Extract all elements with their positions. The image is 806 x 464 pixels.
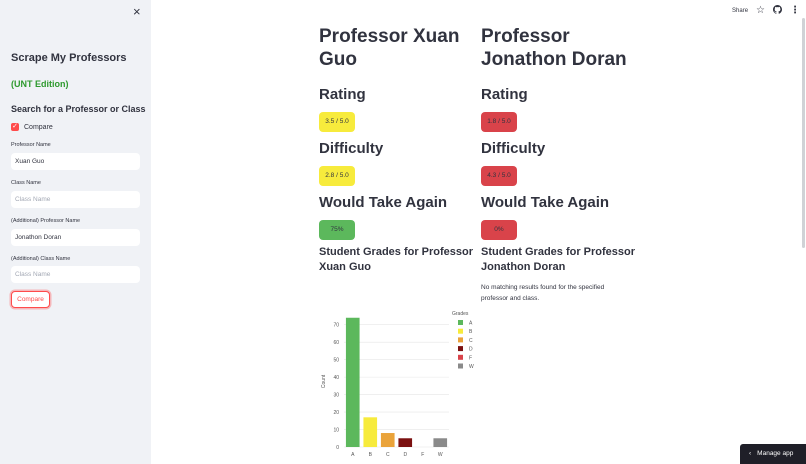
compare-checkbox-row[interactable]: ✓ Compare bbox=[11, 123, 53, 131]
grades-bar-chart: 010203040506070A B C D F WCountGradesABCDFW bbox=[321, 311, 474, 458]
y-tick-label: 70 bbox=[333, 323, 339, 329]
professor-1-grades-heading-line2: Xuan Guo bbox=[319, 261, 371, 273]
professor-1-title: Professor Xuan Guo bbox=[319, 25, 459, 71]
y-tick-label: 60 bbox=[333, 340, 339, 346]
y-tick-label: 20 bbox=[333, 410, 339, 416]
legend-label-W: W bbox=[469, 364, 474, 370]
legend-label-F: F bbox=[469, 355, 472, 361]
professor-2-take-again-badge: 0% bbox=[481, 220, 517, 240]
legend-title: Grades bbox=[452, 311, 469, 317]
sidebar: × Scrape My Professors (UNT Edition) Sea… bbox=[0, 0, 151, 464]
y-tick-label: 0 bbox=[336, 445, 339, 451]
professor-2-difficulty-badge: 4.3 / 5.0 bbox=[481, 166, 517, 186]
professor-2-title-line1: Professor bbox=[481, 26, 570, 47]
professor-2-difficulty-heading: Difficulty bbox=[481, 140, 546, 157]
professor-name-label: Professor Name bbox=[11, 142, 51, 148]
professor-2-take-again-heading: Would Take Again bbox=[481, 194, 610, 211]
legend-swatch-D bbox=[458, 346, 463, 352]
x-tick-label: F bbox=[421, 452, 424, 458]
x-tick-label: W bbox=[438, 452, 443, 458]
legend-swatch-W bbox=[458, 363, 463, 369]
professor-1-title-line1: Professor Xuan bbox=[319, 26, 460, 47]
compare-button[interactable]: Compare bbox=[11, 291, 50, 308]
bar-W bbox=[433, 438, 448, 447]
legend-swatch-A bbox=[458, 320, 463, 325]
professor-1-grades-heading: Student Grades for Professor Xuan Guo bbox=[319, 245, 473, 275]
additional-class-name-input[interactable] bbox=[11, 266, 140, 283]
professor-2-rating-heading: Rating bbox=[481, 86, 528, 103]
professor-2-grades-heading-line1: Student Grades for Professor bbox=[481, 246, 636, 258]
professor-1-take-again-badge: 75% bbox=[319, 220, 355, 240]
app-title: Scrape My Professors bbox=[11, 52, 127, 64]
professor-1-rating-badge: 3.5 / 5.0 bbox=[319, 112, 355, 132]
professor-2-grades-heading-line2: Jonathon Doran bbox=[481, 261, 566, 273]
additional-class-name-label: (Additional) Class Name bbox=[11, 256, 71, 262]
manage-app-button[interactable]: ‹ Manage app bbox=[740, 444, 806, 464]
y-tick-label: 10 bbox=[333, 428, 339, 434]
professor-1-grades-heading-line1: Student Grades for Professor bbox=[319, 246, 474, 258]
legend-swatch-B bbox=[458, 328, 463, 334]
professor-2-rating-badge: 1.8 / 5.0 bbox=[481, 112, 517, 132]
x-tick-label: D bbox=[403, 452, 407, 458]
y-axis-label: Count bbox=[321, 374, 327, 388]
checkbox-checked-icon[interactable]: ✓ bbox=[11, 123, 19, 131]
scrollbar[interactable] bbox=[802, 18, 805, 248]
professor-2-title: Professor Jonathon Doran bbox=[481, 25, 627, 71]
top-toolbar: Share ☆ ⋮ bbox=[732, 5, 800, 16]
bar-A bbox=[345, 317, 360, 447]
close-sidebar-icon[interactable]: × bbox=[133, 4, 141, 19]
additional-professor-name-label: (Additional) Professor Name bbox=[11, 218, 81, 224]
professor-1-difficulty-heading: Difficulty bbox=[319, 140, 384, 157]
edition-subtitle: (UNT Edition) bbox=[11, 79, 69, 89]
bar-D bbox=[398, 438, 413, 447]
menu-icon[interactable]: ⋮ bbox=[790, 5, 800, 16]
legend-swatch-C bbox=[458, 337, 463, 343]
class-name-label: Class Name bbox=[11, 180, 41, 186]
professor-2-title-line2: Jonathon Doran bbox=[481, 49, 627, 70]
chevron-left-icon: ‹ bbox=[749, 450, 752, 457]
manage-app-label: Manage app bbox=[757, 450, 794, 457]
x-tick-label: B bbox=[369, 452, 373, 458]
professor-1-difficulty-badge: 2.8 / 5.0 bbox=[319, 166, 355, 186]
class-name-input[interactable] bbox=[11, 191, 140, 208]
additional-professor-name-input[interactable] bbox=[11, 229, 140, 246]
x-tick-label: C bbox=[386, 452, 390, 458]
compare-checkbox-label: Compare bbox=[24, 123, 53, 131]
professor-1-take-again-heading: Would Take Again bbox=[319, 194, 448, 211]
legend-swatch-F bbox=[458, 354, 463, 360]
no-results-message: No matching results found for the specif… bbox=[481, 284, 605, 302]
star-icon[interactable]: ☆ bbox=[756, 5, 765, 16]
legend-label-A: A bbox=[469, 321, 473, 327]
professor-2-grades-heading: Student Grades for Professor Jonathon Do… bbox=[481, 245, 635, 275]
bar-B bbox=[363, 417, 378, 447]
github-icon[interactable] bbox=[773, 5, 782, 16]
professor-1-title-line2: Guo bbox=[319, 49, 357, 70]
professor-1-rating-heading: Rating bbox=[319, 86, 366, 103]
x-tick-label: A bbox=[351, 452, 355, 458]
y-tick-label: 40 bbox=[333, 375, 339, 381]
legend-label-C: C bbox=[469, 338, 473, 344]
legend-label-D: D bbox=[469, 347, 473, 353]
y-tick-label: 50 bbox=[333, 358, 339, 364]
legend-label-B: B bbox=[469, 329, 473, 335]
bar-C bbox=[380, 433, 395, 447]
y-tick-label: 30 bbox=[333, 393, 339, 399]
search-heading: Search for a Professor or Class bbox=[11, 104, 146, 114]
professor-name-input[interactable] bbox=[11, 153, 140, 170]
share-button[interactable]: Share bbox=[732, 8, 748, 14]
